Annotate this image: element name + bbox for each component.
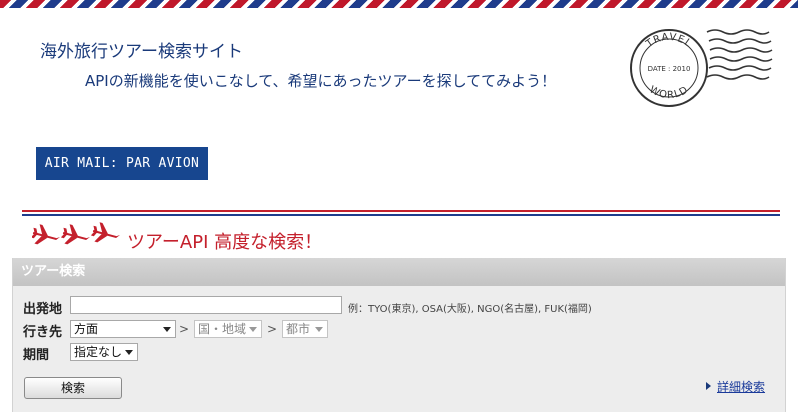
airplane-icon: [60, 224, 91, 245]
stamp-bottom-text: WORLD: [647, 84, 689, 101]
separator: >: [179, 322, 190, 336]
origin-input[interactable]: [70, 296, 342, 314]
postmark-stamp-icon: TRAVEL DATE : 2010 WORLD: [630, 29, 773, 107]
city-select-value: 都市: [286, 322, 311, 336]
site-subtitle: APIの新機能を使いこなして、希望にあったツアーを探しててみよう！: [85, 72, 557, 90]
advanced-search-label: 詳細検索: [717, 380, 766, 394]
airmail-badge: AIR MAIL: PAR AVION: [36, 147, 208, 180]
advanced-search-link[interactable]: 詳細検索: [706, 378, 765, 395]
site-title: 海外旅行ツアー検索サイト: [40, 42, 243, 62]
airplanes-decoration: [32, 222, 121, 245]
period-select[interactable]: 指定なし: [70, 343, 138, 361]
country-select-value: 国・地域: [198, 322, 247, 336]
airmail-border: [0, 0, 798, 8]
divider-blue: [22, 214, 780, 216]
tour-search-panel: ツアー検索 出発地 例：TYO(東京), OSA(大阪), NGO(名古屋), …: [12, 258, 786, 412]
origin-hint: 例：TYO(東京), OSA(大阪), NGO(名古屋), FUK(福岡): [348, 304, 592, 315]
separator: >: [267, 322, 278, 336]
chevron-down-icon: [249, 327, 257, 332]
chevron-down-icon: [163, 327, 171, 332]
chevron-down-icon: [125, 350, 133, 355]
divider-red: [22, 210, 780, 212]
airplane-icon: [32, 224, 61, 245]
chevron-down-icon: [315, 327, 323, 332]
panel-title: ツアー検索: [13, 258, 785, 286]
origin-label: 出発地: [23, 302, 63, 317]
arrow-right-icon: [706, 382, 711, 390]
area-select[interactable]: 方面: [70, 320, 176, 338]
city-select[interactable]: 都市: [282, 320, 328, 338]
airplane-icon: [90, 222, 121, 243]
stamp-date-text: DATE : 2010: [648, 65, 691, 73]
area-select-value: 方面: [74, 322, 99, 336]
search-button[interactable]: 検索: [24, 377, 122, 399]
period-label: 期間: [23, 348, 50, 363]
section-heading: ツアーAPI 高度な検索！: [127, 232, 323, 253]
country-select[interactable]: 国・地域: [194, 320, 262, 338]
destination-label: 行き先: [23, 325, 63, 340]
svg-text:WORLD: WORLD: [647, 84, 690, 101]
period-select-value: 指定なし: [74, 345, 123, 359]
